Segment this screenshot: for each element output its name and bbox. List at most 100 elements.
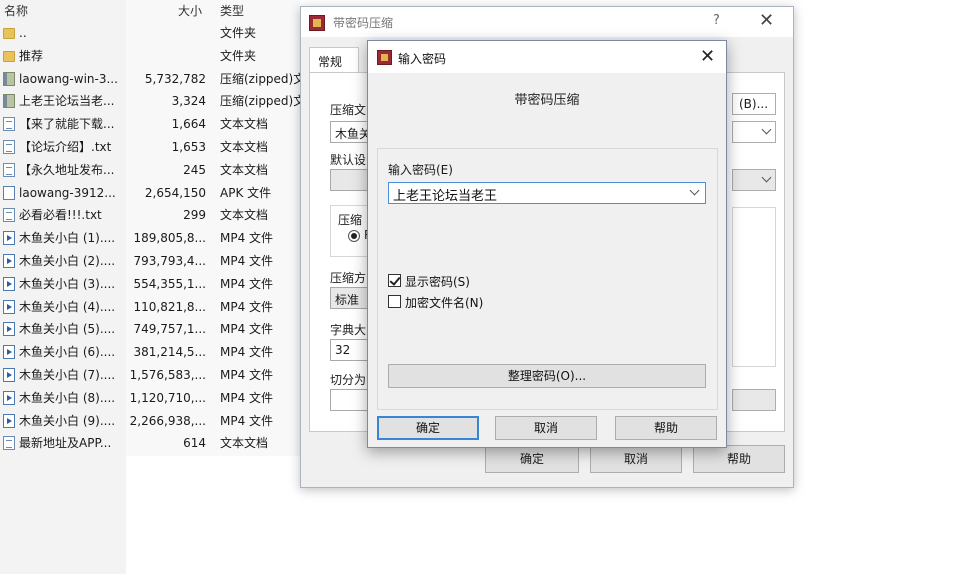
file-size: 245 [183,162,206,177]
column-header-type[interactable]: 类型 [220,2,244,19]
zip-icon [3,94,15,109]
help-button[interactable]: 帮助 [615,416,717,440]
dictionary-select[interactable]: 32 [330,339,370,361]
mp4-icon [3,390,15,405]
file-size: 614 [183,436,206,451]
file-type: 压缩(zipped)文件夹 [220,71,300,86]
file-type: MP4 文件 [220,345,274,360]
winrar-icon [309,15,325,31]
cancel-button[interactable]: 取消 [495,416,597,440]
file-row[interactable]: 上老王论坛当老... 3,324 压缩(zipped)文件夹 [0,90,300,112]
file-type: 文本文档 [220,140,269,154]
encrypt-filenames-label[interactable]: 加密文件名(N) [405,294,483,311]
options-group [732,207,776,367]
archive-name-dropdown[interactable] [732,121,776,143]
file-row[interactable]: 木鱼关小白 (4).... 110,821,8... MP4 文件 [0,296,300,318]
folder-icon [3,50,15,62]
file-row[interactable]: 木鱼关小白 (8).... 1,120,710,... MP4 文件 [0,387,300,409]
file-name: 上老王论坛当老... [19,94,115,109]
archive-format-label: 压缩 [338,213,363,227]
password-input[interactable]: 上老王论坛当老王 [388,182,706,204]
file-row[interactable]: 【永久地址发布... 245 文本文档 [0,159,300,181]
archive-name-field[interactable]: 木鱼关 [330,121,370,143]
file-row[interactable]: 木鱼关小白 (6).... 381,214,5... MP4 文件 [0,341,300,363]
file-name: 木鱼关小白 (9).... [19,413,116,428]
file-row[interactable]: laowang-win-3... 5,732,782 压缩(zipped)文件夹 [0,68,300,90]
text-doc-icon [3,140,15,154]
file-type: 文本文档 [220,436,269,451]
file-name: laowang-win-3... [19,71,118,86]
file-row[interactable]: 木鱼关小白 (3).... 554,355,1... MP4 文件 [0,273,300,295]
file-row[interactable]: 木鱼关小白 (5).... 749,757,1... MP4 文件 [0,318,300,340]
file-row[interactable]: 木鱼关小白 (1).... 189,805,8... MP4 文件 [0,227,300,249]
default-settings-label: 默认设 [330,153,367,167]
file-name: 木鱼关小白 (4).... [19,299,116,314]
file-size: 299 [183,208,206,223]
file-name: 推荐 [19,48,44,63]
file-size: 554,355,1... [133,276,206,291]
password-dialog-titlebar[interactable]: 输入密码 ✕ [368,41,726,73]
file-row[interactable]: 必看必看!!!.txt 299 文本文档 [0,204,300,226]
file-name: 木鱼关小白 (2).... [19,254,116,268]
file-size: 1,653 [171,140,206,154]
profile-selector[interactable] [330,169,370,191]
method-select[interactable]: 标准 [330,287,370,309]
column-header-name[interactable]: 名称 [4,2,28,19]
file-name: 【来了就能下载... [19,117,115,132]
file-type: MP4 文件 [220,368,274,382]
file-type: MP4 文件 [220,322,274,337]
show-password-label[interactable]: 显示密码(S) [405,273,470,290]
file-name: 【论坛介绍】.txt [19,140,112,154]
mp4-icon [3,413,15,428]
password-dialog-heading: 带密码压缩 [514,93,580,108]
file-name: 木鱼关小白 (8).... [19,390,116,405]
text-doc-icon [3,117,15,132]
close-icon[interactable]: ✕ [759,10,774,31]
mp4-icon [3,368,15,382]
file-size: 749,757,1... [133,322,206,337]
file-type: MP4 文件 [220,390,274,405]
file-type: APK 文件 [220,185,272,200]
organize-passwords-button[interactable]: 整理密码(O)... [388,364,706,388]
file-row[interactable]: 木鱼关小白 (7).... 1,576,583,... MP4 文件 [0,364,300,386]
file-row[interactable]: 【论坛介绍】.txt 1,653 文本文档 [0,136,300,158]
file-size: 1,664 [171,117,206,132]
tab-general[interactable]: 常规 [309,47,359,73]
file-row[interactable]: 木鱼关小白 (9).... 2,266,938,... MP4 文件 [0,410,300,432]
file-row[interactable]: 木鱼关小白 (2).... 793,793,4... MP4 文件 [0,250,300,272]
password-label: 输入密码(E) [388,163,453,177]
ok-button[interactable]: 确定 [377,416,479,440]
password-dialog-title: 输入密码 [398,52,447,66]
file-row[interactable]: 推荐 文件夹 [0,45,300,67]
file-row[interactable]: .. 文件夹 [0,22,300,44]
help-button[interactable]: 帮助 [693,445,785,473]
split-volume-field[interactable] [330,389,370,411]
file-row[interactable]: 【来了就能下载... 1,664 文本文档 [0,113,300,135]
close-icon[interactable]: ✕ [700,46,715,67]
encrypt-filenames-checkbox[interactable] [388,295,401,308]
file-name: 木鱼关小白 (6).... [19,345,116,360]
chevron-down-icon[interactable] [689,185,700,196]
archive-dialog-titlebar[interactable]: 带密码压缩 ? ✕ [301,7,793,37]
show-password-checkbox[interactable] [388,274,401,287]
file-size: 2,266,938,... [129,413,206,428]
set-password-button[interactable] [732,389,776,411]
file-type: MP4 文件 [220,299,274,314]
column-header-size[interactable]: 大小 [178,2,202,19]
cancel-button[interactable]: 取消 [590,445,682,473]
file-size: 189,805,8... [133,231,206,246]
mp4-icon [3,276,15,291]
file-list: 名称 大小 类型 .. 文件夹推荐 文件夹 laowang-win-3... 5,732… [0,0,300,574]
ok-button[interactable]: 确定 [485,445,579,473]
file-row[interactable]: laowang-3912... 2,654,150 APK 文件 [0,182,300,204]
dictionary-label: 字典大 [330,323,367,337]
file-type: MP4 文件 [220,276,274,291]
file-type: 文件夹 [220,48,257,63]
profile-dropdown[interactable] [732,169,776,191]
password-value: 上老王论坛当老王 [393,189,498,204]
help-icon[interactable]: ? [713,13,720,28]
file-row[interactable]: 最新地址及APP... 614 文本文档 [0,432,300,454]
format-radio-rar[interactable] [348,230,360,242]
browse-button[interactable]: (B)... [732,93,776,115]
archive-dialog-title: 带密码压缩 [333,16,394,30]
